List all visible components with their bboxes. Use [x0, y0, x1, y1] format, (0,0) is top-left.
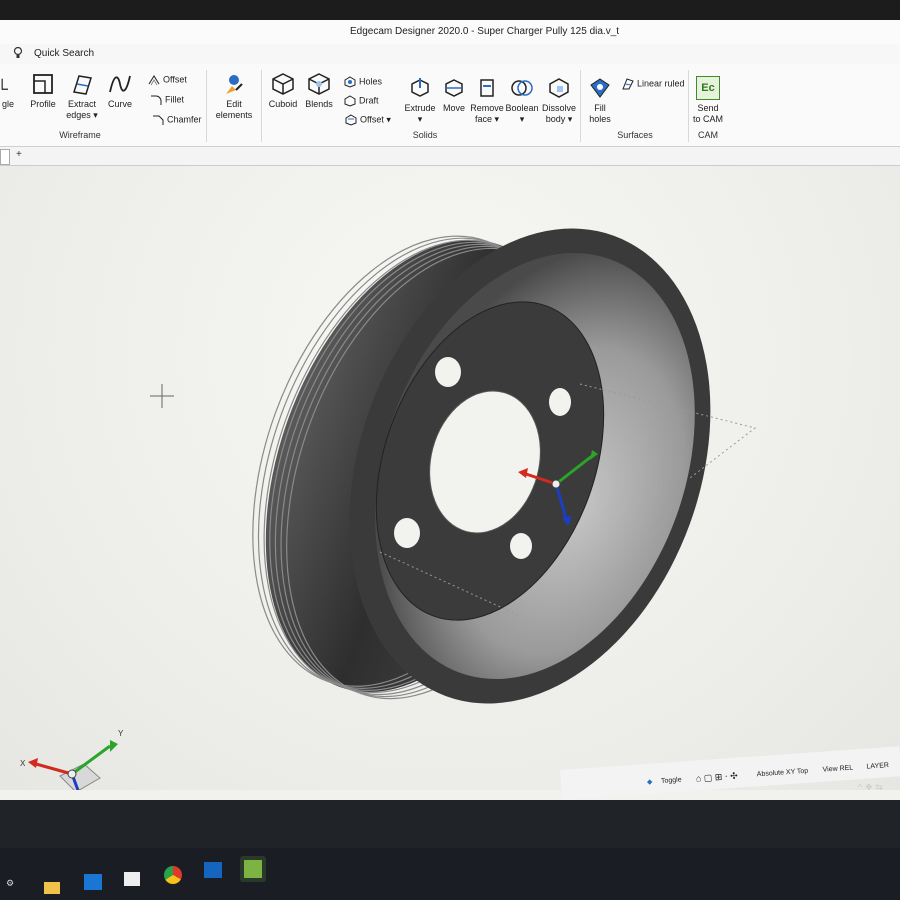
toggle-button[interactable]: Toggle — [661, 777, 682, 785]
ribbon: gle Profile Extract edges ▾ Curve Offset… — [0, 64, 900, 147]
outlook-icon — [84, 874, 102, 890]
extract-edges-icon — [73, 75, 92, 95]
start-icon[interactable]: ⚙ — [6, 878, 14, 889]
taskbar-item-active[interactable] — [240, 856, 266, 882]
fill-holes-icon — [590, 78, 610, 98]
extrude-button[interactable]: Extrude ▾ — [402, 76, 438, 125]
layer-indicator[interactable]: LAYER — [866, 762, 889, 771]
holes-icon — [344, 76, 356, 88]
edit-elements-icon — [226, 75, 243, 94]
toggle-icon[interactable]: ◆ — [647, 778, 653, 786]
move-button[interactable]: Move — [440, 76, 468, 114]
dissolve-body-icon — [549, 78, 569, 98]
extrude-icon — [411, 78, 429, 97]
offset-solid-button[interactable]: Offset ▾ — [345, 114, 391, 126]
remove-face-button[interactable]: Remove face ▾ — [470, 76, 504, 125]
system-tray-icons[interactable]: ^ ❖ ⇆ — [858, 782, 883, 793]
crosshair-cursor — [150, 384, 174, 408]
window-title: Edgecam Designer 2020.0 - Super Charger … — [350, 26, 620, 37]
monitor-bezel — [0, 0, 900, 20]
solids-group-label: Solids — [412, 130, 438, 140]
ribbon-separator — [580, 70, 581, 142]
screen: Edgecam Designer 2020.0 - Super Charger … — [0, 0, 900, 900]
taskbar-item[interactable] — [204, 862, 224, 882]
outlook-2-icon — [204, 862, 222, 878]
move-icon — [445, 79, 463, 97]
3d-viewport[interactable]: X Y Z — [0, 166, 900, 830]
pulley-model[interactable] — [195, 178, 773, 755]
draft-icon — [344, 95, 356, 107]
linear-ruled-button[interactable]: Linear ruled — [622, 78, 685, 90]
holes-button[interactable]: Holes — [344, 76, 382, 88]
status-tools-icon[interactable]: ⌂ ▢ ⊞ ⋅ ✣ — [696, 771, 739, 785]
blends-icon — [308, 73, 330, 95]
x-axis-label: X — [20, 759, 26, 768]
surfaces-group-label: Surfaces — [617, 130, 653, 140]
y-axis-label: Y — [118, 729, 124, 738]
document-tab[interactable] — [0, 149, 10, 165]
cuboid-icon — [272, 73, 294, 95]
chamfer-icon — [153, 115, 164, 125]
send-to-cam-button[interactable]: Ec Send to CAM — [690, 76, 726, 125]
boolean-button[interactable]: Boolean ▾ — [504, 76, 540, 125]
ribbon-separator — [261, 70, 262, 142]
chrome-icon — [164, 866, 182, 884]
ec-send-to-cam-icon: Ec — [696, 76, 720, 100]
ribbon-separator — [206, 70, 207, 142]
cuboid-button[interactable]: Cuboid — [266, 72, 300, 110]
curve-button[interactable]: Curve — [104, 72, 136, 110]
taskbar-item[interactable] — [124, 872, 144, 892]
viewport-canvas: X Y Z — [20, 178, 773, 830]
title-bar: Edgecam Designer 2020.0 - Super Charger … — [0, 20, 900, 44]
taskbar-item[interactable] — [44, 878, 64, 898]
fillet-button[interactable]: Fillet — [150, 94, 184, 106]
draft-button[interactable]: Draft — [344, 95, 379, 107]
blends-button[interactable]: Blends — [302, 72, 336, 110]
quick-search-label: Quick Search — [34, 48, 95, 59]
angle-icon — [1, 78, 8, 90]
new-tab-button[interactable]: + — [16, 149, 22, 160]
dissolve-body-button[interactable]: Dissolve body ▾ — [540, 76, 578, 125]
file-explorer-icon — [44, 882, 60, 894]
document-tab-strip: + — [0, 147, 900, 166]
offset-icon — [148, 75, 160, 86]
view-rel[interactable]: View REL — [822, 765, 853, 774]
view-orientation[interactable]: Absolute XY Top — [757, 768, 809, 779]
edgecam-icon — [244, 860, 262, 878]
screen-bottom-edge — [0, 800, 900, 848]
world-axis-triad: X Y Z — [20, 729, 124, 830]
lightbulb-icon — [13, 46, 23, 62]
offset-solid-icon — [345, 114, 357, 126]
angle-button[interactable]: gle — [0, 72, 18, 110]
fill-holes-button[interactable]: Fill holes — [586, 76, 614, 125]
offset-button[interactable]: Offset — [148, 74, 187, 86]
linear-ruled-icon — [622, 78, 634, 90]
profile-button[interactable]: Profile — [26, 72, 60, 110]
profile-icon — [33, 74, 53, 94]
curve-icon — [109, 75, 131, 93]
cam-group-label: CAM — [698, 130, 718, 140]
chamfer-button[interactable]: Chamfer — [152, 114, 202, 126]
edit-elements-button[interactable]: Edit elements — [213, 72, 255, 121]
taskbar-item[interactable] — [84, 874, 104, 894]
wireframe-group-label: Wireframe — [59, 130, 101, 140]
edge-icon — [124, 872, 140, 886]
taskbar-item[interactable] — [164, 866, 184, 886]
boolean-icon — [511, 80, 533, 96]
remove-face-icon — [480, 79, 494, 97]
fillet-icon — [151, 95, 162, 105]
quick-search-bar[interactable]: Quick Search — [0, 44, 900, 64]
extract-edges-button[interactable]: Extract edges ▾ — [64, 72, 100, 121]
